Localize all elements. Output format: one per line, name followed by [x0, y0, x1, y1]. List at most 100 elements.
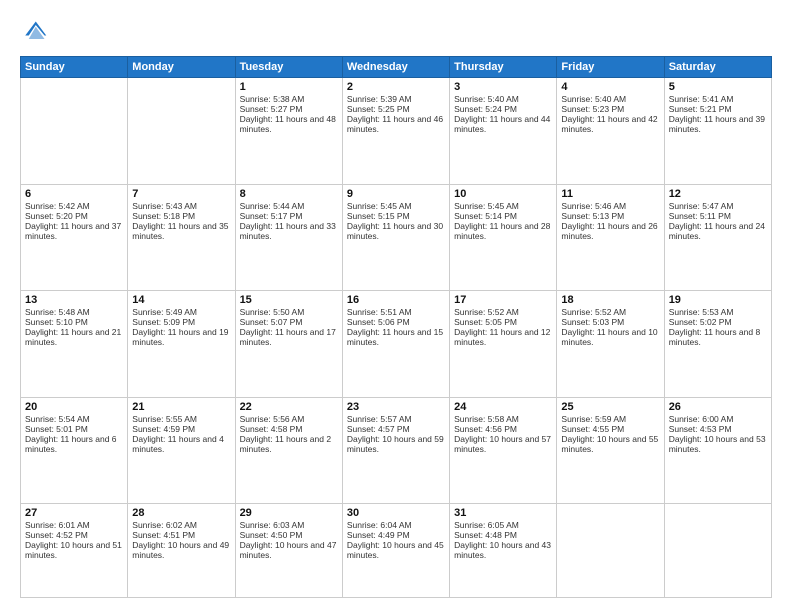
sunset-text: Sunset: 5:23 PM — [561, 104, 659, 114]
daylight-text: Daylight: 11 hours and 2 minutes. — [240, 434, 338, 454]
sunset-text: Sunset: 5:20 PM — [25, 211, 123, 221]
sunset-text: Sunset: 4:51 PM — [132, 530, 230, 540]
table-row: 12 Sunrise: 5:47 AM Sunset: 5:11 PM Dayl… — [664, 184, 771, 291]
sunrise-text: Sunrise: 5:57 AM — [347, 414, 445, 424]
col-wednesday: Wednesday — [342, 57, 449, 78]
table-row: 19 Sunrise: 5:53 AM Sunset: 5:02 PM Dayl… — [664, 291, 771, 398]
day-number: 20 — [25, 401, 123, 413]
sunset-text: Sunset: 5:25 PM — [347, 104, 445, 114]
daylight-text: Daylight: 11 hours and 33 minutes. — [240, 221, 338, 241]
sunrise-text: Sunrise: 5:53 AM — [669, 307, 767, 317]
sunset-text: Sunset: 4:49 PM — [347, 530, 445, 540]
table-row: 27 Sunrise: 6:01 AM Sunset: 4:52 PM Dayl… — [21, 504, 128, 598]
day-number: 29 — [240, 507, 338, 519]
daylight-text: Daylight: 11 hours and 21 minutes. — [25, 327, 123, 347]
daylight-text: Daylight: 11 hours and 39 minutes. — [669, 114, 767, 134]
day-number: 12 — [669, 188, 767, 200]
daylight-text: Daylight: 11 hours and 10 minutes. — [561, 327, 659, 347]
col-friday: Friday — [557, 57, 664, 78]
sunrise-text: Sunrise: 5:45 AM — [454, 201, 552, 211]
table-row: 9 Sunrise: 5:45 AM Sunset: 5:15 PM Dayli… — [342, 184, 449, 291]
week-row-5: 27 Sunrise: 6:01 AM Sunset: 4:52 PM Dayl… — [21, 504, 772, 598]
daylight-text: Daylight: 11 hours and 8 minutes. — [669, 327, 767, 347]
sunrise-text: Sunrise: 5:49 AM — [132, 307, 230, 317]
daylight-text: Daylight: 11 hours and 28 minutes. — [454, 221, 552, 241]
sunrise-text: Sunrise: 5:59 AM — [561, 414, 659, 424]
day-number: 15 — [240, 294, 338, 306]
sunrise-text: Sunrise: 6:02 AM — [132, 520, 230, 530]
table-row: 4 Sunrise: 5:40 AM Sunset: 5:23 PM Dayli… — [557, 78, 664, 185]
col-saturday: Saturday — [664, 57, 771, 78]
sunset-text: Sunset: 5:27 PM — [240, 104, 338, 114]
sunset-text: Sunset: 4:55 PM — [561, 424, 659, 434]
week-row-2: 6 Sunrise: 5:42 AM Sunset: 5:20 PM Dayli… — [21, 184, 772, 291]
table-row: 8 Sunrise: 5:44 AM Sunset: 5:17 PM Dayli… — [235, 184, 342, 291]
daylight-text: Daylight: 11 hours and 24 minutes. — [669, 221, 767, 241]
day-number: 30 — [347, 507, 445, 519]
table-row: 25 Sunrise: 5:59 AM Sunset: 4:55 PM Dayl… — [557, 397, 664, 504]
daylight-text: Daylight: 11 hours and 19 minutes. — [132, 327, 230, 347]
table-row: 5 Sunrise: 5:41 AM Sunset: 5:21 PM Dayli… — [664, 78, 771, 185]
day-number: 16 — [347, 294, 445, 306]
day-number: 5 — [669, 81, 767, 93]
sunrise-text: Sunrise: 5:48 AM — [25, 307, 123, 317]
daylight-text: Daylight: 11 hours and 12 minutes. — [454, 327, 552, 347]
daylight-text: Daylight: 11 hours and 46 minutes. — [347, 114, 445, 134]
sunset-text: Sunset: 4:59 PM — [132, 424, 230, 434]
daylight-text: Daylight: 11 hours and 35 minutes. — [132, 221, 230, 241]
day-number: 1 — [240, 81, 338, 93]
sunset-text: Sunset: 5:03 PM — [561, 317, 659, 327]
day-number: 18 — [561, 294, 659, 306]
table-row: 10 Sunrise: 5:45 AM Sunset: 5:14 PM Dayl… — [450, 184, 557, 291]
daylight-text: Daylight: 11 hours and 26 minutes. — [561, 221, 659, 241]
sunset-text: Sunset: 5:11 PM — [669, 211, 767, 221]
table-row — [128, 78, 235, 185]
daylight-text: Daylight: 10 hours and 45 minutes. — [347, 540, 445, 560]
sunrise-text: Sunrise: 5:39 AM — [347, 94, 445, 104]
sunset-text: Sunset: 4:52 PM — [25, 530, 123, 540]
day-number: 2 — [347, 81, 445, 93]
sunset-text: Sunset: 4:58 PM — [240, 424, 338, 434]
sunrise-text: Sunrise: 6:00 AM — [669, 414, 767, 424]
table-row: 14 Sunrise: 5:49 AM Sunset: 5:09 PM Dayl… — [128, 291, 235, 398]
day-number: 24 — [454, 401, 552, 413]
table-row: 18 Sunrise: 5:52 AM Sunset: 5:03 PM Dayl… — [557, 291, 664, 398]
table-row: 13 Sunrise: 5:48 AM Sunset: 5:10 PM Dayl… — [21, 291, 128, 398]
sunrise-text: Sunrise: 6:05 AM — [454, 520, 552, 530]
sunset-text: Sunset: 5:21 PM — [669, 104, 767, 114]
logo — [20, 18, 52, 46]
table-row — [21, 78, 128, 185]
table-row: 3 Sunrise: 5:40 AM Sunset: 5:24 PM Dayli… — [450, 78, 557, 185]
sunrise-text: Sunrise: 5:38 AM — [240, 94, 338, 104]
table-row: 29 Sunrise: 6:03 AM Sunset: 4:50 PM Dayl… — [235, 504, 342, 598]
table-row: 31 Sunrise: 6:05 AM Sunset: 4:48 PM Dayl… — [450, 504, 557, 598]
sunset-text: Sunset: 5:05 PM — [454, 317, 552, 327]
table-row — [557, 504, 664, 598]
table-row: 26 Sunrise: 6:00 AM Sunset: 4:53 PM Dayl… — [664, 397, 771, 504]
sunrise-text: Sunrise: 5:52 AM — [561, 307, 659, 317]
table-row: 21 Sunrise: 5:55 AM Sunset: 4:59 PM Dayl… — [128, 397, 235, 504]
daylight-text: Daylight: 10 hours and 43 minutes. — [454, 540, 552, 560]
daylight-text: Daylight: 11 hours and 15 minutes. — [347, 327, 445, 347]
table-row: 24 Sunrise: 5:58 AM Sunset: 4:56 PM Dayl… — [450, 397, 557, 504]
table-row: 15 Sunrise: 5:50 AM Sunset: 5:07 PM Dayl… — [235, 291, 342, 398]
day-number: 31 — [454, 507, 552, 519]
table-row: 20 Sunrise: 5:54 AM Sunset: 5:01 PM Dayl… — [21, 397, 128, 504]
col-tuesday: Tuesday — [235, 57, 342, 78]
sunrise-text: Sunrise: 5:50 AM — [240, 307, 338, 317]
day-number: 11 — [561, 188, 659, 200]
table-row: 11 Sunrise: 5:46 AM Sunset: 5:13 PM Dayl… — [557, 184, 664, 291]
day-number: 17 — [454, 294, 552, 306]
day-number: 6 — [25, 188, 123, 200]
day-number: 3 — [454, 81, 552, 93]
daylight-text: Daylight: 11 hours and 30 minutes. — [347, 221, 445, 241]
sunrise-text: Sunrise: 5:46 AM — [561, 201, 659, 211]
sunset-text: Sunset: 5:14 PM — [454, 211, 552, 221]
sunset-text: Sunset: 5:24 PM — [454, 104, 552, 114]
day-number: 23 — [347, 401, 445, 413]
daylight-text: Daylight: 11 hours and 48 minutes. — [240, 114, 338, 134]
col-monday: Monday — [128, 57, 235, 78]
sunrise-text: Sunrise: 5:51 AM — [347, 307, 445, 317]
table-row: 23 Sunrise: 5:57 AM Sunset: 4:57 PM Dayl… — [342, 397, 449, 504]
sunset-text: Sunset: 4:50 PM — [240, 530, 338, 540]
